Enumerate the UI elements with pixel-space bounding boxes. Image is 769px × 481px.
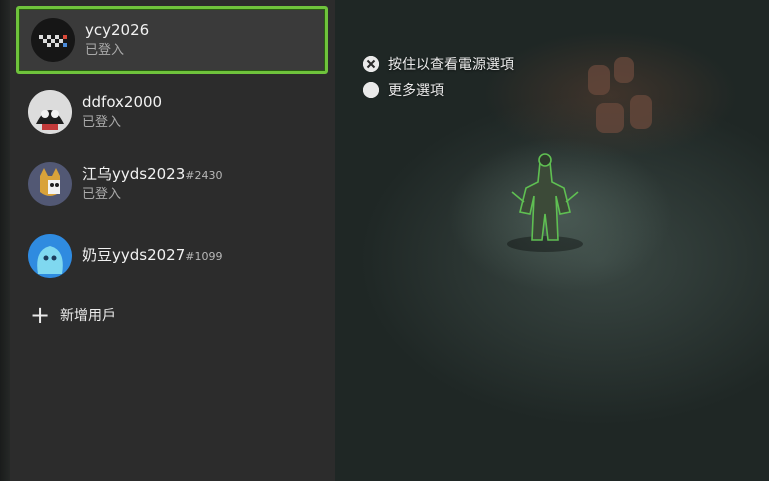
account-gamertag: ycy2026 [85, 21, 150, 39]
account-item-ddfox2000[interactable]: ddfox2000 已登入 [16, 78, 328, 146]
plus-icon: + [30, 301, 51, 329]
account-panel: ycy2026 已登入 ddfox2000 已登入 江乌yyds2023#243… [10, 0, 335, 481]
account-status: 已登入 [82, 115, 122, 130]
account-item-naidou[interactable]: 奶豆yyds2027#1099 [16, 222, 328, 290]
skull-avatar [28, 90, 72, 134]
blue-blob-avatar [28, 234, 72, 278]
account-gamertag: 江乌yyds2023#2430 [82, 165, 223, 183]
cat-skull-avatar [28, 162, 72, 206]
more-options-label: 更多選項 [388, 83, 444, 99]
xbox-button-icon [363, 56, 379, 72]
checkered-ring-avatar [31, 18, 75, 62]
account-gamertag: 奶豆yyds2027#1099 [82, 246, 223, 264]
menu-button-icon [363, 82, 379, 98]
account-item-jiangwu[interactable]: 江乌yyds2023#2430 已登入 [16, 150, 328, 218]
background-crates [580, 55, 660, 140]
add-user-button[interactable]: + 新增用戶 [30, 303, 116, 327]
account-status: 已登入 [85, 43, 125, 58]
more-options-hint: 更多選項 [363, 80, 444, 100]
account-status: 已登入 [82, 187, 122, 202]
account-gamertag: ddfox2000 [82, 93, 163, 111]
power-options-hint: 按住以查看電源選項 [363, 54, 514, 74]
add-user-label: 新增用戶 [60, 308, 116, 324]
power-options-label: 按住以查看電源選項 [388, 57, 514, 73]
account-item-ycy2026[interactable]: ycy2026 已登入 [16, 6, 328, 74]
game-character [507, 153, 583, 252]
